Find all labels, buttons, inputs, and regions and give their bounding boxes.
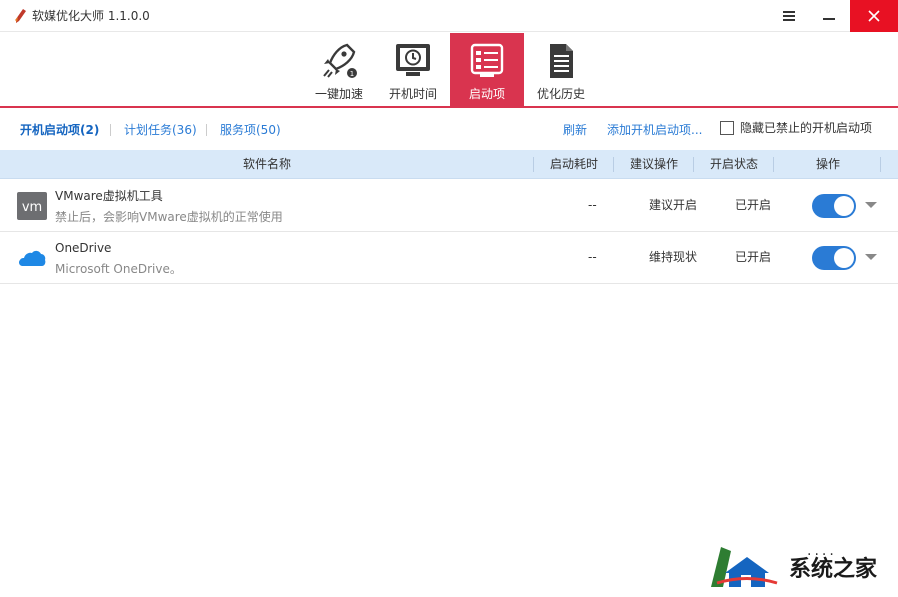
column-divider: [693, 157, 694, 172]
tool-history[interactable]: 优化历史: [524, 33, 598, 106]
watermark: .... 系统之家: [697, 537, 898, 597]
menu-button[interactable]: [770, 0, 808, 32]
row-time: --: [588, 250, 597, 264]
table-row[interactable]: OneDrive Microsoft OneDrive。 -- 维持现状 已开启: [0, 232, 898, 284]
svg-text:1: 1: [350, 70, 354, 78]
tool-startup[interactable]: 启动项: [450, 33, 524, 106]
column-divider: [880, 157, 881, 172]
title-bar: 软媒优化大师 1.1.0.0: [0, 0, 898, 32]
tool-history-label: 优化历史: [536, 87, 585, 101]
row-description: Microsoft OneDrive。: [55, 262, 182, 276]
hamburger-icon: [783, 11, 795, 21]
row-name: OneDrive: [55, 241, 112, 255]
column-header-status: 开启状态: [710, 157, 759, 171]
minimize-button[interactable]: [810, 0, 848, 32]
table-header: 软件名称 启动耗时 建议操作 开启状态 操作: [0, 150, 898, 179]
row-status: 已开启: [735, 198, 772, 212]
tab-divider: [110, 124, 111, 136]
svg-text:vm: vm: [22, 200, 42, 215]
column-divider: [773, 157, 774, 172]
rocket-icon: 1: [323, 43, 357, 78]
checkbox-box[interactable]: [720, 121, 734, 135]
column-header-time: 启动耗时: [550, 157, 599, 171]
toggle-knob: [834, 196, 854, 216]
tool-speedup-label: 一键加速: [314, 87, 363, 101]
refresh-link[interactable]: 刷新: [563, 123, 587, 137]
onedrive-cloud-icon: [19, 250, 46, 266]
main-toolbar: 1 一键加速 开机时间 启动项 优化历史: [0, 33, 898, 108]
row-suggest: 建议开启: [649, 198, 698, 212]
app-logo-icon: [15, 9, 26, 23]
column-header-action: 操作: [816, 157, 841, 171]
toggle-knob: [834, 248, 854, 268]
minimize-icon: [823, 18, 835, 20]
tool-boot-time-label: 开机时间: [388, 87, 437, 101]
hide-disabled-label: 隐藏已禁止的开机启动项: [740, 121, 873, 135]
column-header-suggest: 建议操作: [630, 157, 679, 171]
enable-toggle[interactable]: [812, 194, 856, 218]
row-description: 禁止后，会影响VMware虚拟机的正常使用: [55, 210, 283, 224]
enable-toggle[interactable]: [812, 246, 856, 270]
vmware-icon: vm: [17, 192, 47, 220]
table-row[interactable]: vm VMware虚拟机工具 禁止后，会影响VMware虚拟机的正常使用 -- …: [0, 180, 898, 232]
tab-startup-items[interactable]: 开机启动项(2): [20, 123, 99, 137]
tool-startup-label: 启动项: [468, 87, 505, 101]
column-divider: [533, 157, 534, 172]
tab-services[interactable]: 服务项(50): [220, 123, 281, 137]
window-title: 软媒优化大师 1.1.0.0: [32, 9, 150, 23]
column-header-name: 软件名称: [243, 157, 292, 171]
tab-divider: [206, 124, 207, 136]
row-suggest: 维持现状: [649, 250, 698, 264]
sub-tabs: 开机启动项(2) 计划任务(36) 服务项(50) 刷新 添加开机启动项... …: [0, 110, 898, 150]
close-icon: [868, 10, 880, 22]
watermark-text: 系统之家: [789, 557, 878, 582]
row-name: VMware虚拟机工具: [55, 189, 163, 203]
house-logo-icon: [711, 547, 778, 587]
startup-list-icon: [470, 43, 504, 77]
column-divider: [613, 157, 614, 172]
document-icon: [550, 44, 573, 78]
tab-scheduled-tasks[interactable]: 计划任务(36): [124, 123, 197, 137]
tool-speedup[interactable]: 1 一键加速: [302, 33, 376, 106]
row-time: --: [588, 198, 597, 212]
hide-disabled-checkbox[interactable]: 隐藏已禁止的开机启动项: [720, 121, 872, 135]
add-startup-link[interactable]: 添加开机启动项...: [607, 123, 702, 137]
chevron-down-icon[interactable]: [865, 254, 877, 260]
row-status: 已开启: [735, 250, 772, 264]
tool-boot-time[interactable]: 开机时间: [376, 33, 450, 106]
clock-monitor-icon: [396, 44, 430, 76]
close-button[interactable]: [850, 0, 898, 32]
chevron-down-icon[interactable]: [865, 202, 877, 208]
